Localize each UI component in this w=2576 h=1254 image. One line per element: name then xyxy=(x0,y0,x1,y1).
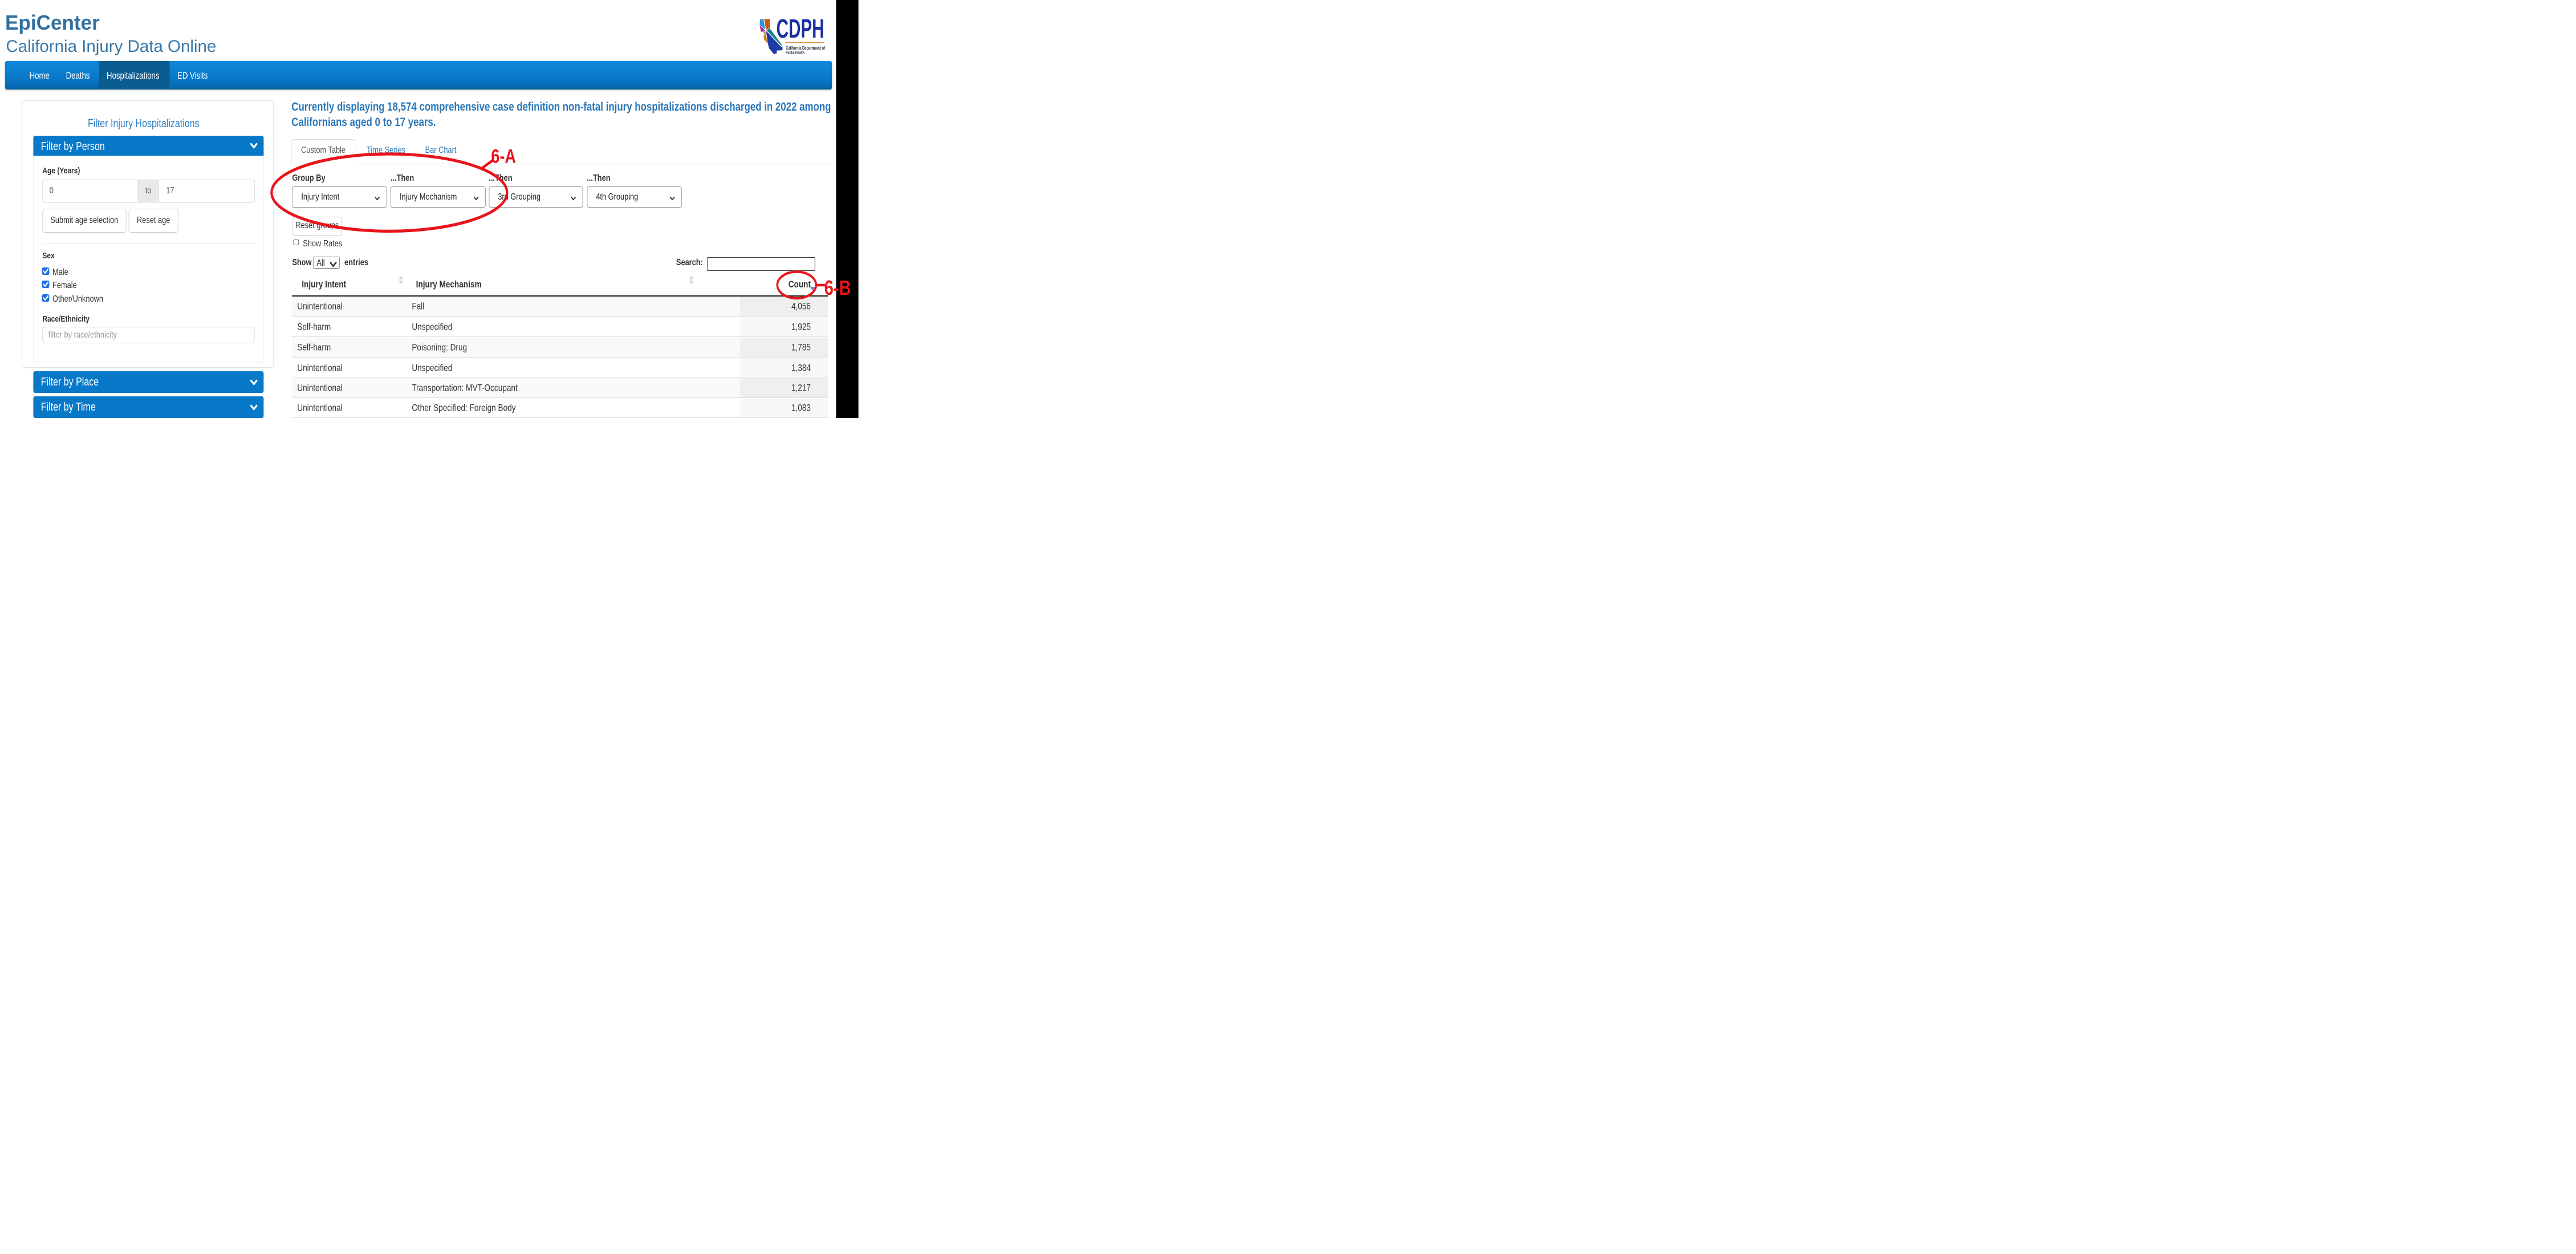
svg-text:6-B: 6-B xyxy=(824,277,851,300)
svg-text:6-A: 6-A xyxy=(491,145,516,168)
